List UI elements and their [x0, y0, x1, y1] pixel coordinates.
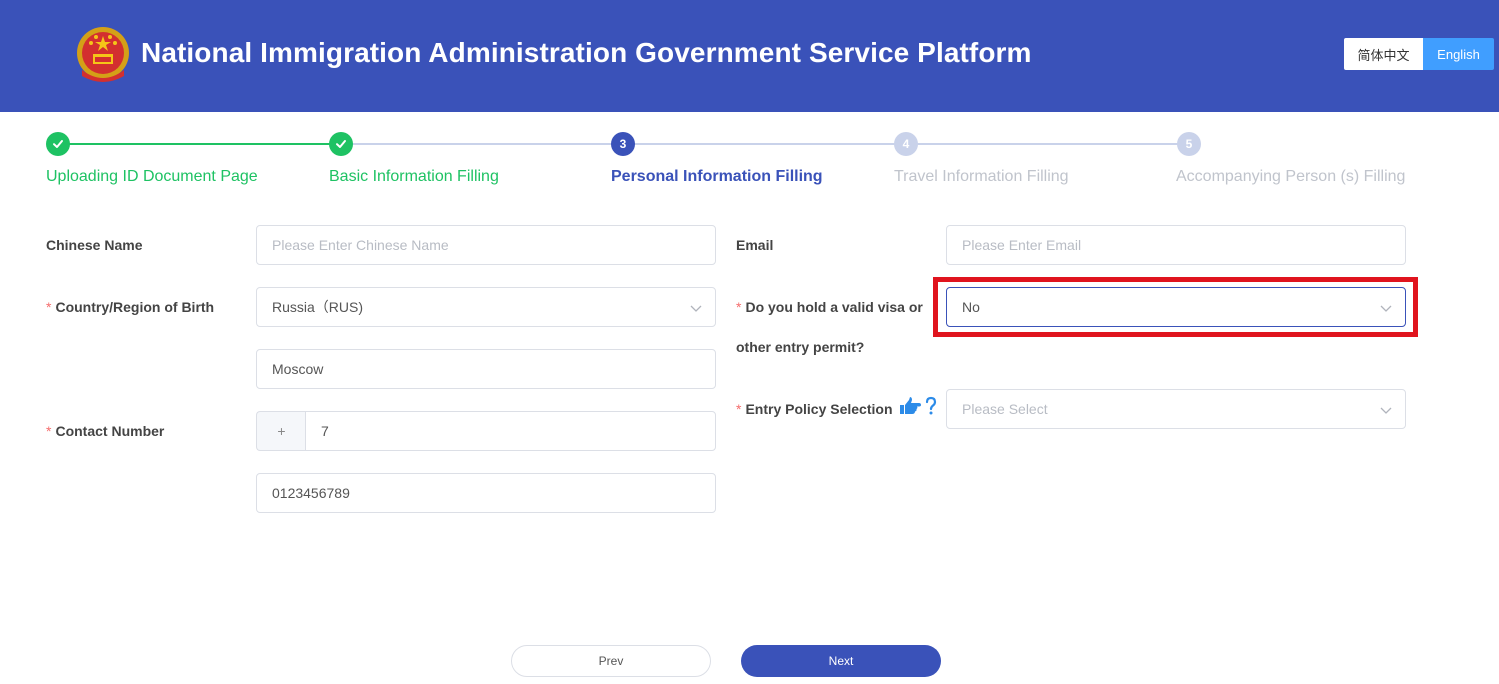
next-button[interactable]: Next: [741, 645, 941, 677]
valid-visa-label: * Do you hold a valid visa or: [736, 299, 923, 315]
birth-country-select[interactable]: Russia（RUS): [256, 287, 716, 327]
contact-number-label: * Contact Number: [46, 423, 164, 439]
chinese-name-input[interactable]: Please Enter Chinese Name: [256, 225, 716, 265]
lang-chinese-button[interactable]: 简体中文: [1344, 38, 1423, 70]
required-mark: *: [736, 299, 742, 315]
valid-visa-label-line1: Do you hold a valid visa or: [745, 299, 923, 315]
step-3-label: Personal Information Filling: [611, 168, 823, 185]
valid-visa-label-line2: other entry permit?: [736, 339, 865, 355]
header-bar: National Immigration Administration Gove…: [0, 0, 1499, 112]
step-5-label: Accompanying Person (s) Filling: [1176, 168, 1406, 185]
entry-policy-select[interactable]: Please Select: [946, 389, 1406, 429]
contact-number-label-text: Contact Number: [55, 423, 165, 439]
step-connector: [906, 143, 1189, 145]
step-connector: [623, 143, 906, 145]
chevron-down-icon: [1380, 407, 1392, 414]
language-switch: 简体中文 English: [1344, 38, 1494, 70]
step-3-number: 3: [611, 132, 635, 156]
step-2-label: Basic Information Filling: [329, 168, 499, 185]
step-2-check-icon: [329, 132, 353, 156]
email-label: Email: [736, 237, 774, 253]
entry-policy-label: * Entry Policy Selection: [736, 401, 893, 417]
birth-city-input[interactable]: Moscow: [256, 349, 716, 389]
birth-country-label-text: Country/Region of Birth: [55, 299, 215, 315]
country-code-prefix: +: [256, 411, 306, 451]
lang-english-button[interactable]: English: [1423, 38, 1494, 70]
step-4-number: 4: [894, 132, 918, 156]
national-emblem-icon: [77, 27, 129, 82]
phone-number-input[interactable]: 0123456789: [256, 473, 716, 513]
step-1-label: Uploading ID Document Page: [46, 168, 258, 185]
site-title: National Immigration Administration Gove…: [141, 37, 1032, 68]
step-connector: [341, 143, 623, 145]
step-5-number: 5: [1177, 132, 1201, 156]
question-mark-icon: [925, 396, 937, 415]
required-mark: *: [736, 401, 742, 417]
country-code-value: 7: [321, 423, 329, 439]
required-mark: *: [46, 423, 52, 439]
chinese-name-label: Chinese Name: [46, 237, 143, 253]
phone-number-value: 0123456789: [272, 485, 350, 501]
birth-country-label: * Country/Region of Birth: [46, 299, 214, 315]
entry-policy-help[interactable]: [898, 396, 938, 416]
chevron-down-icon: [690, 305, 702, 312]
entry-policy-label-text: Entry Policy Selection: [745, 401, 893, 417]
entry-policy-placeholder: Please Select: [962, 401, 1048, 417]
required-mark: *: [46, 299, 52, 315]
step-1-check-icon: [46, 132, 70, 156]
birth-city-value: Moscow: [272, 361, 324, 377]
email-placeholder: Please Enter Email: [962, 237, 1082, 253]
pointing-hand-icon: [900, 397, 921, 414]
birth-country-value: Russia（RUS): [272, 299, 364, 315]
highlight-box: [933, 277, 1418, 337]
chinese-name-placeholder: Please Enter Chinese Name: [272, 237, 449, 253]
email-input[interactable]: Please Enter Email: [946, 225, 1406, 265]
step-4-label: Travel Information Filling: [894, 168, 1069, 185]
step-connector: [58, 143, 341, 145]
prev-button[interactable]: Prev: [511, 645, 711, 677]
country-code-input[interactable]: 7: [305, 411, 716, 451]
